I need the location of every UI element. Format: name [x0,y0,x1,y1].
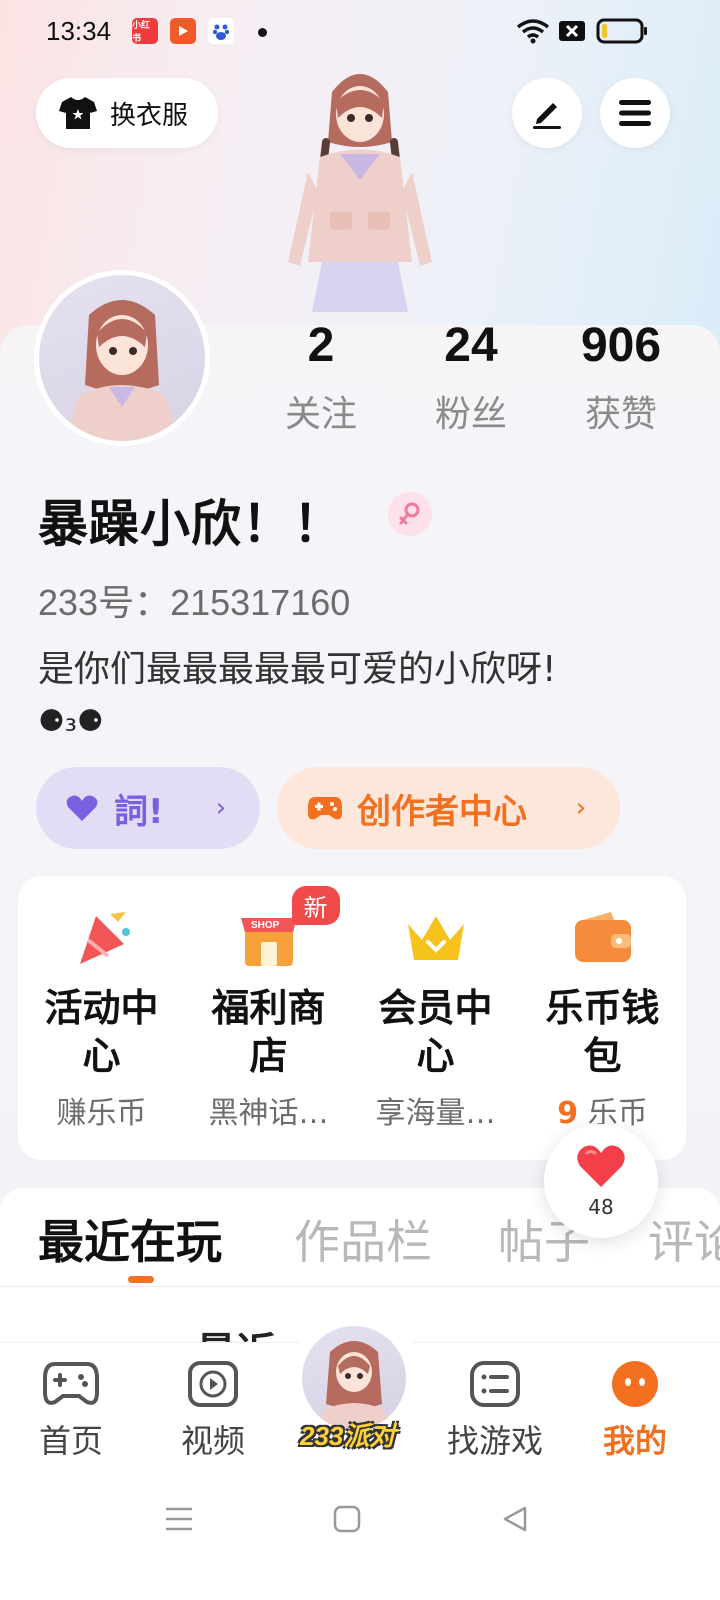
welfare-shop-subtitle: 黑神话… [208,1096,329,1131]
nav-video[interactable]: 视频 [158,1360,268,1462]
nav-home[interactable]: 首页 [16,1360,126,1462]
tab-comments[interactable]: 评论 [648,1206,720,1272]
following-label: 关注 [284,394,357,435]
username: 暴躁小欣！！ [38,495,344,553]
party-logo: 233派对 [300,1421,396,1451]
likes-label: 获赞 [584,394,657,435]
active-tab-indicator [128,1276,154,1283]
game-controller-icon [308,797,342,820]
party-avatar[interactable] [302,1326,406,1430]
coin-balance: 9 [557,1096,579,1131]
pencil-icon [533,103,561,129]
female-gender-icon [388,492,432,536]
menu-button[interactable] [600,78,670,148]
coin-wallet-title: 乐币钱包 [545,986,660,1078]
video-play-icon [188,1361,238,1407]
change-outfit-button[interactable]: 换衣服 [36,78,218,148]
crown-icon [403,906,469,970]
back-triangle-icon[interactable] [500,1504,530,1534]
hamburger-icon [619,100,651,126]
heart-icon [577,1145,625,1187]
activity-center-title: 活动中心 [44,986,159,1078]
change-outfit-label: 换衣服 [110,100,189,131]
activity-center-subtitle: 赚乐币 [56,1096,147,1131]
nav-find-games[interactable]: 找游戏 [440,1360,550,1462]
peek-content-text: 最近 [196,1320,276,1342]
app-notification-icon: 小红书 [132,18,158,44]
like-count: 48 [588,1195,614,1219]
home-square-icon[interactable] [332,1504,362,1534]
member-center-subtitle: 享海量… [375,1096,496,1131]
likes-stat[interactable]: 906 获赞 [556,318,686,437]
party-popper-icon [69,906,135,970]
sim-disabled-icon [559,21,585,41]
following-count: 2 [307,319,335,372]
tabs-divider [0,1286,720,1287]
new-badge: 新 [291,886,340,925]
chevron-right-icon: › [215,793,226,823]
purple-pill-button[interactable]: 詞! › [36,767,260,849]
tshirt-icon [59,97,97,129]
gamepad-icon [43,1362,99,1405]
avatar-character[interactable] [270,62,450,327]
recent-apps-icon[interactable] [164,1504,194,1534]
member-center-title: 会员中心 [378,986,493,1078]
bio-emoji: ⚈₃⚈ [38,704,104,739]
me-face-icon [612,1361,658,1407]
profile-avatar[interactable] [34,270,210,446]
user-id: 233号：215317160 [38,582,351,623]
avatar-image [65,300,179,441]
likes-count: 906 [580,319,662,372]
followers-stat[interactable]: 24 粉丝 [406,318,536,437]
chevron-right-icon: › [575,793,586,823]
quick-access-grid: 活动中心 赚乐币 SHOP 新 福利商店 黑神话… 会员中心 享海量… 乐币钱包… [18,876,686,1160]
welfare-shop-item[interactable]: SHOP 新 福利商店 黑神话… [185,876,352,1160]
party-avatar-image [316,1341,392,1430]
wallet-icon [570,906,636,970]
tab-recently-played[interactable]: 最近在玩 [38,1206,222,1272]
welfare-shop-title: 福利商店 [211,986,326,1078]
coin-wallet-item[interactable]: 乐币钱包 9 乐币 [519,876,686,1160]
nav-me[interactable]: 我的 [580,1360,690,1462]
like-bubble[interactable]: 48 [544,1124,658,1238]
followers-label: 粉丝 [434,394,507,435]
nav-home-label: 首页 [38,1422,103,1460]
svg-text:SHOP: SHOP [251,920,280,931]
creator-center-label: 创作者中心 [357,791,527,832]
system-nav-bar [0,1472,720,1600]
bio-text: 是你们最最最最最可爱的小欣呀! [38,649,557,690]
video-app-notification-icon [170,18,196,44]
nav-video-label: 视频 [180,1422,245,1460]
edit-profile-button[interactable] [512,78,582,148]
battery-icon [596,18,647,44]
following-stat[interactable]: 2 关注 [256,318,386,437]
nav-me-label: 我的 [602,1422,667,1460]
nav-find-games-label: 找游戏 [446,1422,543,1460]
purple-pill-label: 詞! [114,791,164,832]
followers-count: 24 [444,319,498,372]
wifi-icon [516,19,550,44]
member-center-item[interactable]: 会员中心 享海量… [352,876,519,1160]
baidu-notification-icon [208,18,234,44]
creator-center-button[interactable]: 创作者中心 › [277,767,620,849]
shop-icon: SHOP 新 [236,886,340,970]
tab-works[interactable]: 作品栏 [294,1206,432,1272]
status-time: 13:34 [46,16,112,46]
list-icon [470,1361,520,1407]
more-notifications-dot [258,28,267,37]
heart-icon [66,795,98,821]
activity-center-item[interactable]: 活动中心 赚乐币 [18,876,185,1160]
